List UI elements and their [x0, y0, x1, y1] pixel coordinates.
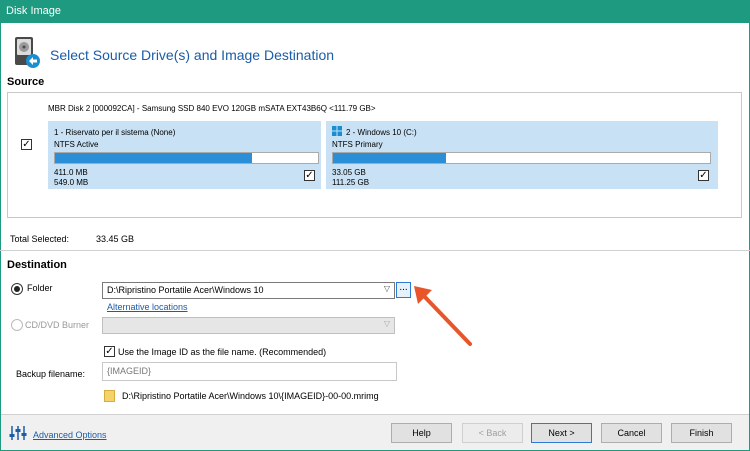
- annotation-arrow: [414, 286, 472, 346]
- next-button[interactable]: Next >: [531, 423, 592, 443]
- back-button[interactable]: < Back: [462, 423, 523, 443]
- partition-2[interactable]: 2 - Windows 10 (C:) NTFS Primary 33.05 G…: [326, 121, 718, 189]
- help-button[interactable]: Help: [391, 423, 452, 443]
- destination-section-label: Destination: [7, 259, 67, 271]
- chevron-down-icon[interactable]: ▽: [384, 284, 390, 293]
- cd-dvd-combo[interactable]: ▽: [102, 317, 395, 334]
- chevron-down-icon[interactable]: ▽: [384, 319, 390, 328]
- partition-filesystem: NTFS Primary: [332, 140, 383, 149]
- partition-name: 1 - Riservato per il sistema (None): [54, 128, 176, 137]
- disk-description: MBR Disk 2 [000092CA] - Samsung SSD 840 …: [48, 104, 376, 113]
- partition-1[interactable]: 1 - Riservato per il sistema (None) NTFS…: [48, 121, 321, 189]
- backup-filename-field[interactable]: {IMAGEID}: [102, 362, 397, 381]
- folder-path-combo[interactable]: D:\Ripristino Portatile Acer\Windows 10 …: [102, 282, 395, 299]
- partition-usage-bar: [332, 152, 711, 164]
- path-preview: D:\Ripristino Portatile Acer\Windows 10\…: [122, 391, 379, 401]
- disk-checkbox[interactable]: ✓: [21, 139, 32, 150]
- radio-selected-dot: [14, 286, 20, 292]
- use-image-id-checkbox[interactable]: ✓: [104, 346, 115, 357]
- partition-filesystem: NTFS Active: [54, 140, 99, 149]
- sliders-icon[interactable]: [9, 425, 27, 441]
- folder-label: Folder: [27, 283, 53, 293]
- partition-total: 111.25 GB: [332, 178, 370, 187]
- finish-button[interactable]: Finish: [671, 423, 732, 443]
- total-selected-label: Total Selected:: [10, 234, 70, 244]
- folder-path-value: D:\Ripristino Portatile Acer\Windows 10: [107, 285, 264, 295]
- alternative-locations-link[interactable]: Alternative locations: [107, 302, 188, 312]
- advanced-options-link[interactable]: Advanced Options: [33, 430, 107, 440]
- partition-total: 549.0 MB: [54, 178, 89, 187]
- cd-dvd-radio[interactable]: [11, 319, 23, 331]
- cancel-button[interactable]: Cancel: [601, 423, 662, 443]
- cd-dvd-label: CD/DVD Burner: [25, 320, 90, 330]
- partition-used: 33.05 GB: [332, 168, 366, 177]
- disk-image-icon: [15, 37, 40, 68]
- window-title: Disk Image: [6, 5, 62, 17]
- total-selected-value: 33.45 GB: [96, 234, 135, 244]
- partition-usage-bar: [54, 152, 319, 164]
- folder-icon: [104, 390, 115, 402]
- partition-checkbox[interactable]: ✓: [698, 170, 709, 181]
- divider: [0, 250, 750, 251]
- title-bar: Disk Image: [0, 0, 750, 23]
- folder-radio[interactable]: [11, 283, 23, 295]
- page-title: Select Source Drive(s) and Image Destina…: [50, 47, 335, 63]
- partition-used: 411.0 MB: [54, 168, 88, 177]
- partition-usage-fill: [55, 153, 253, 163]
- windows-logo-icon: [332, 126, 342, 136]
- partition-checkbox[interactable]: ✓: [304, 170, 315, 181]
- partition-name: 2 - Windows 10 (C:): [346, 128, 417, 137]
- use-image-id-label: Use the Image ID as the file name. (Reco…: [118, 347, 327, 357]
- source-section-label: Source: [7, 76, 45, 88]
- partition-usage-fill: [333, 153, 447, 163]
- browse-button[interactable]: ...: [396, 282, 411, 298]
- backup-filename-placeholder: {IMAGEID}: [107, 366, 152, 376]
- backup-filename-label: Backup filename:: [16, 369, 86, 379]
